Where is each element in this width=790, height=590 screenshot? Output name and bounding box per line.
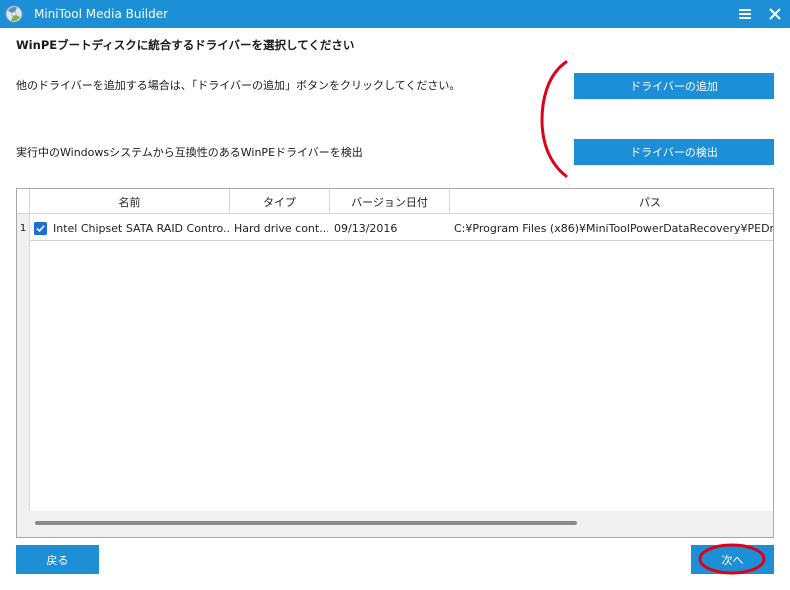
annotation-ellipse [698, 543, 766, 575]
column-header-type[interactable]: タイプ [230, 189, 330, 214]
table-row[interactable]: 1 Intel Chipset SATA RAID Contro... Hard… [17, 215, 773, 241]
column-header-path[interactable]: パス [450, 189, 773, 214]
window-title: MiniTool Media Builder [34, 7, 169, 21]
add-driver-description: 他のドライバーを追加する場合は、「ドライバーの追加」ボタンをクリックしてください… [16, 79, 461, 92]
column-header-version-date[interactable]: バージョン日付 [330, 189, 450, 214]
table-header: 名前 タイプ バージョン日付 パス [17, 189, 773, 214]
row-gutter [17, 214, 30, 511]
add-driver-button[interactable]: ドライバーの追加 [574, 73, 774, 99]
detect-driver-description: 実行中のWindowsシステムから互換性のあるWinPEドライバーを検出 [16, 146, 363, 159]
annotation-bracket [540, 60, 568, 178]
cell-name: Intel Chipset SATA RAID Contro... [53, 221, 229, 235]
title-bar: MiniTool Media Builder [0, 0, 790, 28]
driver-table: 名前 タイプ バージョン日付 パス 1 Intel Chipset SATA R… [16, 188, 774, 538]
close-icon[interactable] [764, 4, 786, 24]
back-button[interactable]: 戻る [16, 545, 99, 574]
cell-type: Hard drive cont... [234, 221, 328, 235]
cell-version-date: 09/13/2016 [334, 221, 398, 235]
page-heading: WinPEブートディスクに統合するドライバーを選択してください [16, 38, 355, 52]
cell-path: C:¥Program Files (x86)¥MiniToolPowerData… [454, 221, 773, 235]
header-corner [17, 189, 30, 214]
row-number: 1 [17, 215, 30, 241]
app-disc-icon [5, 5, 23, 23]
horizontal-scrollbar[interactable] [17, 511, 773, 537]
column-header-name[interactable]: 名前 [30, 189, 230, 214]
row-checkbox[interactable] [34, 222, 47, 235]
scrollbar-thumb[interactable] [35, 521, 577, 525]
detect-driver-button[interactable]: ドライバーの検出 [574, 139, 774, 165]
menu-icon[interactable] [734, 4, 756, 24]
